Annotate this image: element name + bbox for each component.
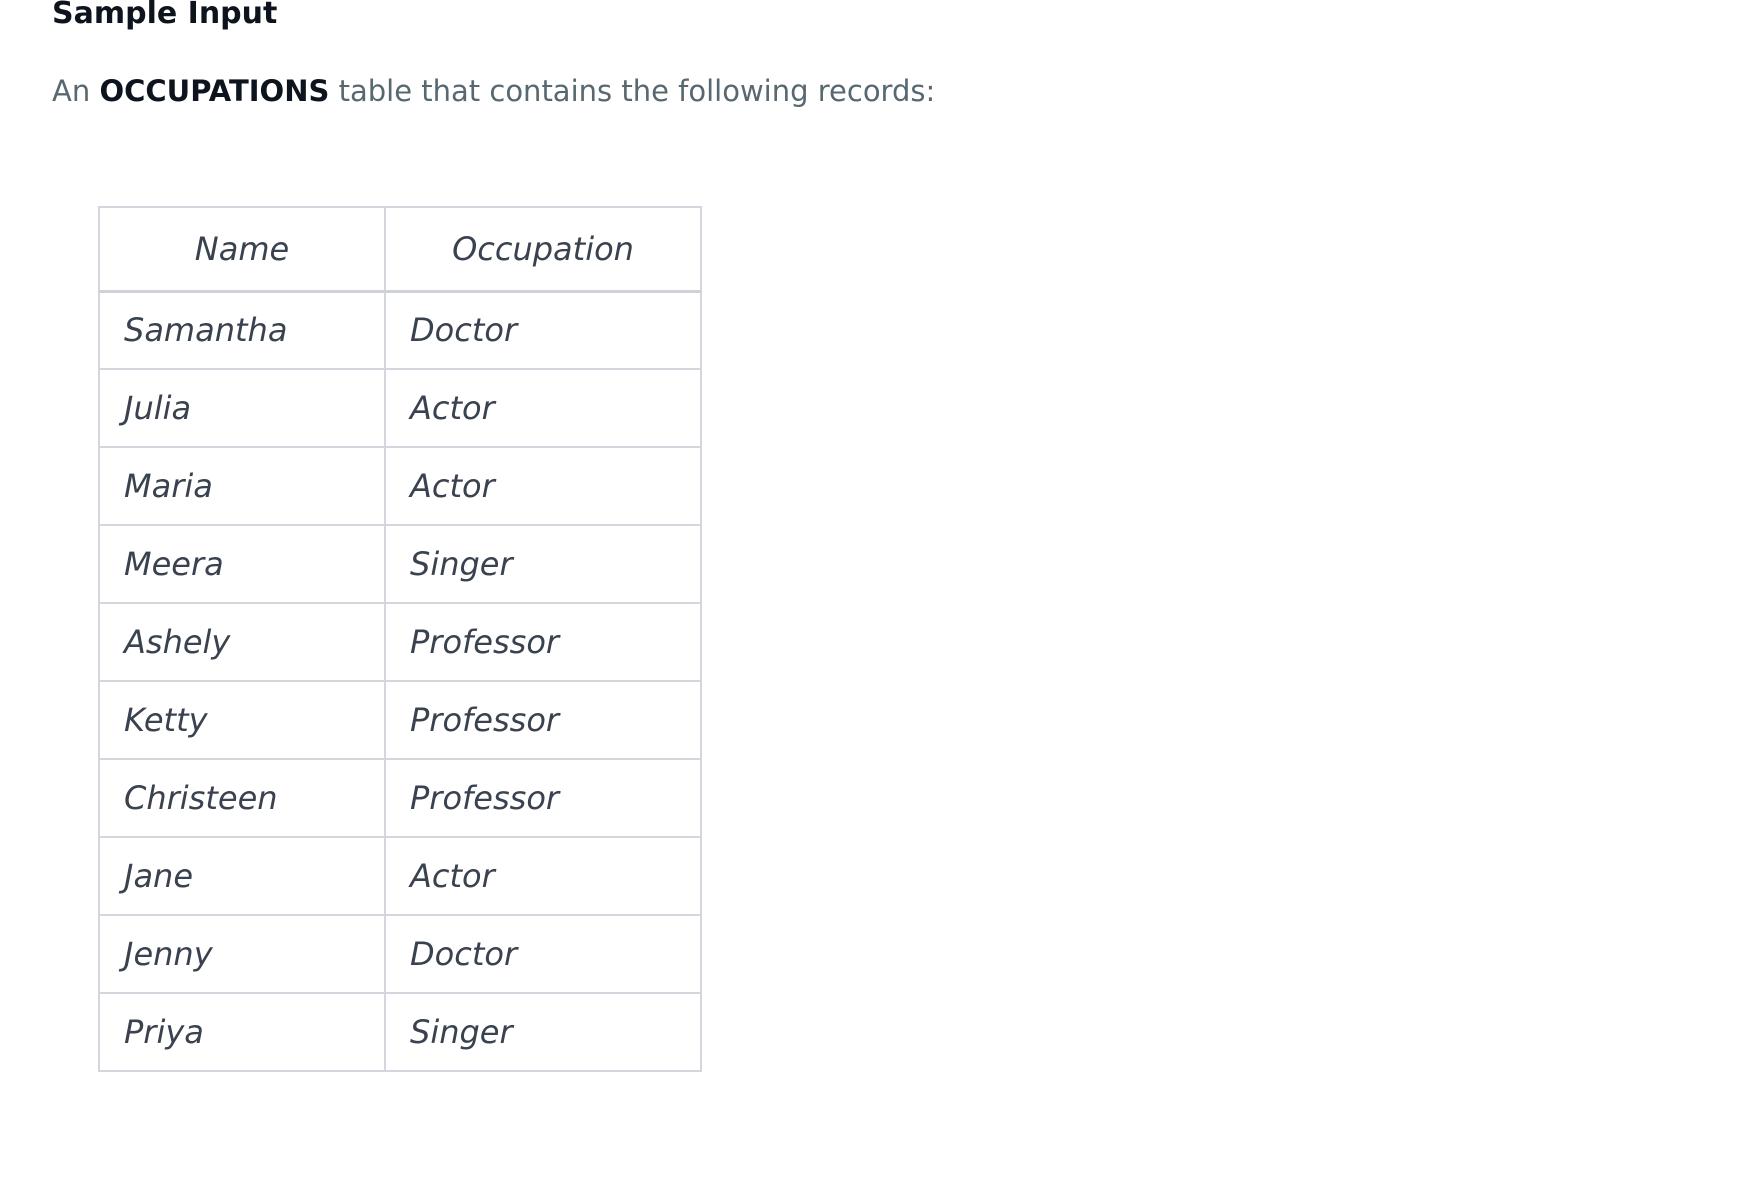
occupation-cell: Actor [384, 368, 702, 448]
table-row: Ketty Professor [98, 680, 702, 760]
table-row: Julia Actor [98, 368, 702, 448]
table-row: Meera Singer [98, 524, 702, 604]
table-row: Ashely Professor [98, 602, 702, 682]
name-cell: Julia [98, 368, 386, 448]
occupation-cell: Doctor [384, 290, 702, 370]
occupations-table: Name Occupation Samantha Doctor Julia Ac… [98, 206, 702, 1072]
occupation-cell: Actor [384, 836, 702, 916]
occupation-cell: Doctor [384, 914, 702, 994]
table-name: OCCUPATIONS [99, 74, 330, 108]
table-row: Priya Singer [98, 992, 702, 1072]
intro-suffix: table that contains the following record… [338, 74, 936, 108]
name-cell: Meera [98, 524, 386, 604]
name-cell: Priya [98, 992, 386, 1072]
name-cell: Jane [98, 836, 386, 916]
column-header-occupation: Occupation [384, 206, 702, 293]
name-cell: Christeen [98, 758, 386, 838]
name-cell: Jenny [98, 914, 386, 994]
occupation-cell: Actor [384, 446, 702, 526]
name-cell: Maria [98, 446, 386, 526]
section-heading: Sample Input [52, 0, 278, 31]
table-header-row: Name Occupation [98, 206, 702, 293]
name-cell: Ketty [98, 680, 386, 760]
table-row: Christeen Professor [98, 758, 702, 838]
occupation-cell: Singer [384, 992, 702, 1072]
occupation-cell: Professor [384, 758, 702, 838]
occupation-cell: Professor [384, 602, 702, 682]
name-cell: Ashely [98, 602, 386, 682]
intro-paragraph: An OCCUPATIONS table that contains the f… [52, 72, 935, 110]
column-header-name: Name [98, 206, 386, 293]
intro-prefix: An [52, 74, 91, 108]
table-row: Samantha Doctor [98, 290, 702, 370]
table-row: Jenny Doctor [98, 914, 702, 994]
name-cell: Samantha [98, 290, 386, 370]
table-row: Jane Actor [98, 836, 702, 916]
occupation-cell: Professor [384, 680, 702, 760]
occupation-cell: Singer [384, 524, 702, 604]
table-row: Maria Actor [98, 446, 702, 526]
